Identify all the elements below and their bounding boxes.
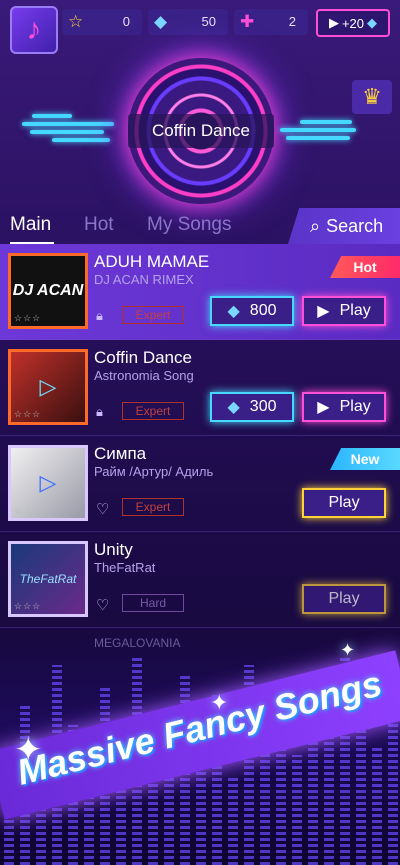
song-row[interactable]: ▷ ☆☆☆ Симпа Райм /Артур/ Адиль ♡ Expert … [0,436,400,532]
cover-art-text: DJ ACAN [12,282,84,299]
crown-vip-button[interactable]: ♛ [352,80,392,114]
song-row[interactable]: TheFatRat ☆☆☆ Unity TheFatRat ♡ Hard Pla… [0,532,400,628]
star-icon: ☆ [68,12,84,31]
sparkle-icon: ✦ [340,640,356,660]
play-button[interactable]: ▶ Play [302,296,386,326]
stars-value: 0 [122,14,130,29]
favorite-heart-icon[interactable]: ♡ [96,500,109,518]
plus-icon: ✚ [240,12,255,31]
sparkle-icon: ✦ [210,690,229,715]
video-play-icon: ▶ [317,399,330,416]
song-artist: TheFatRat [94,560,156,575]
play-label: Play [339,398,371,415]
gem-price: 800 [249,302,277,319]
play-button[interactable]: Play [302,488,386,518]
video-play-icon: ▶ [317,303,330,320]
song-cover: ▷ ☆☆☆ [8,349,88,425]
song-cover: TheFatRat ☆☆☆ [8,541,88,617]
equalizer-left [22,114,114,142]
difficulty-badge: Expert [122,498,184,516]
play-label: Play [328,590,360,607]
watch-ad-reward-button[interactable]: ▶ +20 ◆ [316,9,390,37]
diamond-icon: ◆ [227,303,240,320]
search-label: Search [326,215,384,236]
play-label: Play [339,302,371,319]
rating-stars: ☆☆☆ [14,313,42,323]
song-row[interactable]: DJ ACAN ☆☆☆ ADUH MAMAE DJ ACAN RIMEX 🔒︎ … [0,244,400,340]
top-bar: ♪ ☆ 0 ◆ 50 ✚ 2 ▶ +20 ◆ [10,6,390,54]
now-playing-title: Coffin Dance [128,114,274,148]
cover-art-text: TheFatRat [19,572,77,586]
play-overlay-icon: ▷ [39,470,57,495]
search-icon: ⌕ [310,215,321,236]
song-artist: Райм /Артур/ Адиль [94,464,214,479]
difficulty-badge: Expert [122,402,184,420]
ad-reward-value: +20 [341,15,365,31]
play-button[interactable]: ▶ Play [302,392,386,422]
tab-hot[interactable]: Hot [84,214,114,236]
diamond-icon: ◆ [227,399,240,416]
song-title: Unity [94,540,133,559]
music-note-icon[interactable]: ♪ [10,6,58,54]
gems-counter: ◆ 50 [148,9,228,35]
play-label: Play [328,494,360,511]
plus-value: 2 [288,14,296,29]
video-play-icon: ▶ [328,15,339,30]
lock-icon: 🔒︎ [96,404,103,419]
play-button[interactable]: Play [302,584,386,614]
diamond-icon: ◆ [154,12,168,31]
stars-counter: ☆ 0 [62,9,142,35]
gem-price: 300 [249,398,277,415]
song-row[interactable]: ▷ ☆☆☆ Coffin Dance Astronomia Song 🔒︎ Ex… [0,340,400,436]
favorite-heart-icon[interactable]: ♡ [96,596,109,614]
hot-badge: Hot [330,256,400,278]
song-list: DJ ACAN ☆☆☆ ADUH MAMAE DJ ACAN RIMEX 🔒︎ … [0,244,400,628]
gems-value: 50 [201,14,216,29]
unlock-with-gems-button[interactable]: ◆ 800 [210,296,294,326]
rating-stars: ☆☆☆ [14,505,42,515]
song-cover: ▷ ☆☆☆ [8,445,88,521]
rating-stars: ☆☆☆ [14,409,42,419]
sparkle-icon: ✦ [14,731,43,769]
unlock-with-gems-button[interactable]: ◆ 300 [210,392,294,422]
song-title: Coffin Dance [94,348,192,367]
new-badge: New [330,448,400,470]
lock-icon: 🔒︎ [96,308,103,323]
song-cover: DJ ACAN ☆☆☆ [8,253,88,329]
tab-bar: Main Hot My Songs ⌕ Search [0,208,400,244]
tab-my-songs[interactable]: My Songs [147,214,231,236]
equalizer-right [280,120,356,140]
song-title: Симпа [94,444,147,463]
now-playing-hero: Coffin Dance ♛ [0,56,400,216]
difficulty-badge: Hard [122,594,184,612]
song-title: ADUH MAMAE [94,252,210,271]
song-artist: Astronomia Song [94,368,194,383]
song-artist: DJ ACAN RIMEX [94,272,194,287]
diamond-icon: ◆ [367,15,378,30]
plus-counter: ✚ 2 [234,9,308,35]
search-button[interactable]: ⌕ Search [288,208,400,244]
crown-icon: ♛ [362,84,382,109]
difficulty-badge: Expert [122,306,184,324]
next-song-partial-title: MEGALOVANIA [94,636,181,650]
rating-stars: ☆☆☆ [14,601,42,611]
tab-main[interactable]: Main [10,214,51,236]
play-overlay-icon: ▷ [39,374,57,399]
